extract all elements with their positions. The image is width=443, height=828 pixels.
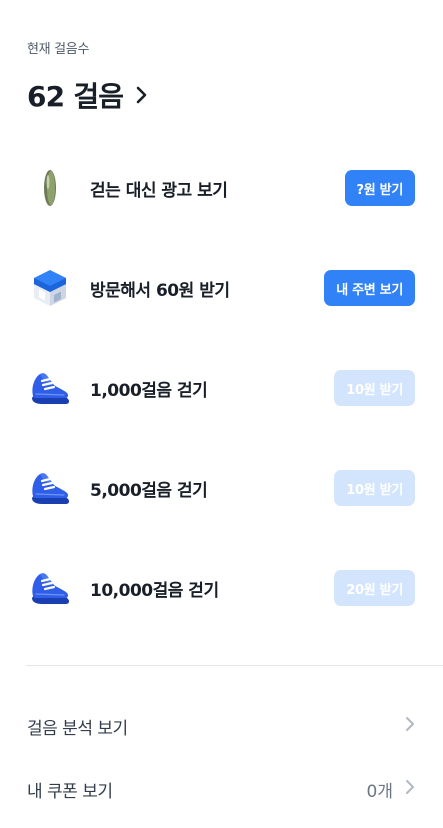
reward-button-5000[interactable]: 10원 받기 xyxy=(334,470,415,506)
section-divider xyxy=(26,665,443,666)
reward-button-10000[interactable]: 20원 받기 xyxy=(334,570,415,606)
mission-10000-steps: 10,000걸음 걷기 20원 받기 xyxy=(0,538,443,638)
mission-title: 걷는 대신 광고 보기 xyxy=(90,180,228,201)
mission-title: 방문해서 60원 받기 xyxy=(90,280,230,301)
sneaker-icon xyxy=(28,566,72,610)
chevron-right-icon xyxy=(405,716,415,736)
mission-title: 10,000걸음 걷기 xyxy=(90,580,219,601)
mission-title: 5,000걸음 걷기 xyxy=(90,480,208,501)
reward-button-1000[interactable]: 10원 받기 xyxy=(334,370,415,406)
nearby-view-button[interactable]: 내 주변 보기 xyxy=(324,270,415,306)
mission-title: 1,000걸음 걷기 xyxy=(90,380,208,401)
chevron-right-icon xyxy=(405,779,415,799)
steps-summary-link[interactable]: 62 걸음 xyxy=(27,75,423,115)
current-steps-label: 현재 걸음수 xyxy=(27,42,90,57)
store-icon xyxy=(28,266,72,310)
mission-visit: 방문해서 60원 받기 내 주변 보기 xyxy=(0,238,443,338)
coupon-count: 0개 xyxy=(366,781,393,802)
chevron-right-icon xyxy=(135,86,149,104)
mission-5000-steps: 5,000걸음 걷기 10원 받기 xyxy=(0,438,443,538)
step-analysis-label: 걸음 분석 보기 xyxy=(27,718,128,739)
sneaker-icon xyxy=(28,466,72,510)
my-coupons-row[interactable]: 내 쿠폰 보기 0개 xyxy=(27,767,415,811)
ad-reward-button[interactable]: ?원 받기 xyxy=(344,170,415,206)
mission-list: 걷는 대신 광고 보기 ?원 받기 방문해서 60원 받기 내 주변 보기 1,… xyxy=(0,138,443,638)
mission-1000-steps: 1,000걸음 걷기 10원 받기 xyxy=(0,338,443,438)
header: 현재 걸음수 62 걸음 xyxy=(27,38,423,115)
pill-coin-icon xyxy=(28,166,72,210)
mission-ad: 걷는 대신 광고 보기 ?원 받기 xyxy=(0,138,443,238)
my-coupons-label: 내 쿠폰 보기 xyxy=(27,781,113,802)
steps-count: 62 걸음 xyxy=(27,80,124,113)
sneaker-icon xyxy=(28,366,72,410)
step-analysis-row[interactable]: 걸음 분석 보기 xyxy=(27,704,415,748)
